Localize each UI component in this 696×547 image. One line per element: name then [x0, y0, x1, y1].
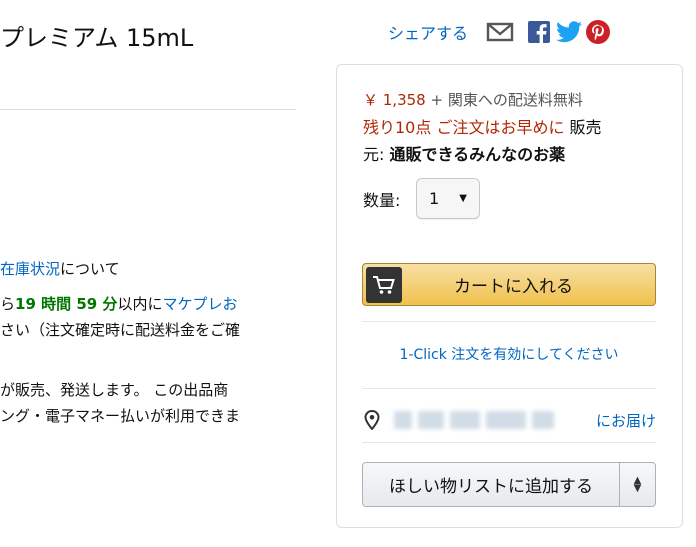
add-to-cart-label: カートに入れる [454, 277, 573, 297]
wishlist-label: ほしい物リストに追加する [389, 477, 593, 497]
deliver-to-link[interactable]: にお届け [596, 410, 656, 431]
title-divider [0, 109, 296, 110]
redacted-address [418, 411, 444, 429]
share-bar: シェアする [388, 20, 611, 44]
delivery-countdown: 19 時間 59 分 [15, 295, 118, 313]
divider [362, 442, 656, 443]
mail-icon[interactable] [486, 21, 514, 43]
quantity-label: 数量: [363, 191, 401, 210]
stock-warning: 残り10点 ご注文はお早めに [363, 118, 565, 137]
add-to-wishlist-button[interactable]: ほしい物リストに追加する ▲ ▼ [362, 462, 656, 507]
redacted-address [450, 411, 480, 429]
redacted-address [394, 411, 412, 429]
location-pin-icon [364, 410, 380, 430]
divider [362, 321, 656, 322]
add-to-cart-button[interactable]: カートに入れる [362, 263, 656, 306]
stock-row: 残り10点 ご注文はお早めに 販売 [363, 114, 602, 138]
share-label: シェアする [388, 24, 469, 43]
stock-status-row: 在庫状況について [0, 259, 120, 279]
seller-info-line2: ング・電子マネー払いが利用できま [0, 407, 241, 425]
delivery-prefix: ら [0, 295, 16, 313]
quantity-value: 1 [429, 189, 440, 208]
seller-name[interactable]: 通販できるみんなのお薬 [390, 145, 566, 164]
redacted-address [532, 411, 554, 429]
quantity-select[interactable]: 1 ▼ [416, 178, 480, 219]
facebook-icon[interactable] [528, 21, 551, 43]
shipping-info: + 関東への配送料無料 [430, 91, 583, 109]
seller-label: 元: [363, 145, 385, 164]
delivery-note-row: さい（注文確定時に配送料金をご確 [0, 321, 241, 339]
seller-info-line1: が販売、発送します。 この出品商 [0, 381, 229, 399]
twitter-icon[interactable] [556, 21, 583, 43]
divider [362, 388, 656, 389]
sort-caret-icon[interactable]: ▲ ▼ [619, 463, 655, 506]
stock-status-link[interactable]: 在庫状況 [0, 260, 60, 278]
price: ￥ 1,358 [363, 91, 426, 109]
redacted-address [486, 411, 526, 429]
price-row: ￥ 1,358 + 関東への配送料無料 [363, 89, 583, 110]
cart-icon [366, 266, 402, 303]
marketplace-link[interactable]: マケプレお [162, 295, 237, 313]
deliver-to-row[interactable]: にお届け [364, 406, 656, 434]
caret-down-icon: ▼ [459, 193, 467, 204]
delivery-estimate-row: ら19 時間 59 分以内にマケプレお [0, 294, 237, 314]
pinterest-icon[interactable] [586, 20, 611, 44]
sold-by-label: 販売 [569, 118, 602, 137]
stock-status-suffix: について [60, 260, 120, 278]
delivery-mid: 以内に [117, 295, 163, 313]
seller-row: 元: 通販できるみんなのお薬 [363, 141, 565, 165]
one-click-link[interactable]: 1-Click 注文を有効にしてください [362, 344, 656, 364]
product-title: プレミアム 15mL [0, 24, 194, 52]
